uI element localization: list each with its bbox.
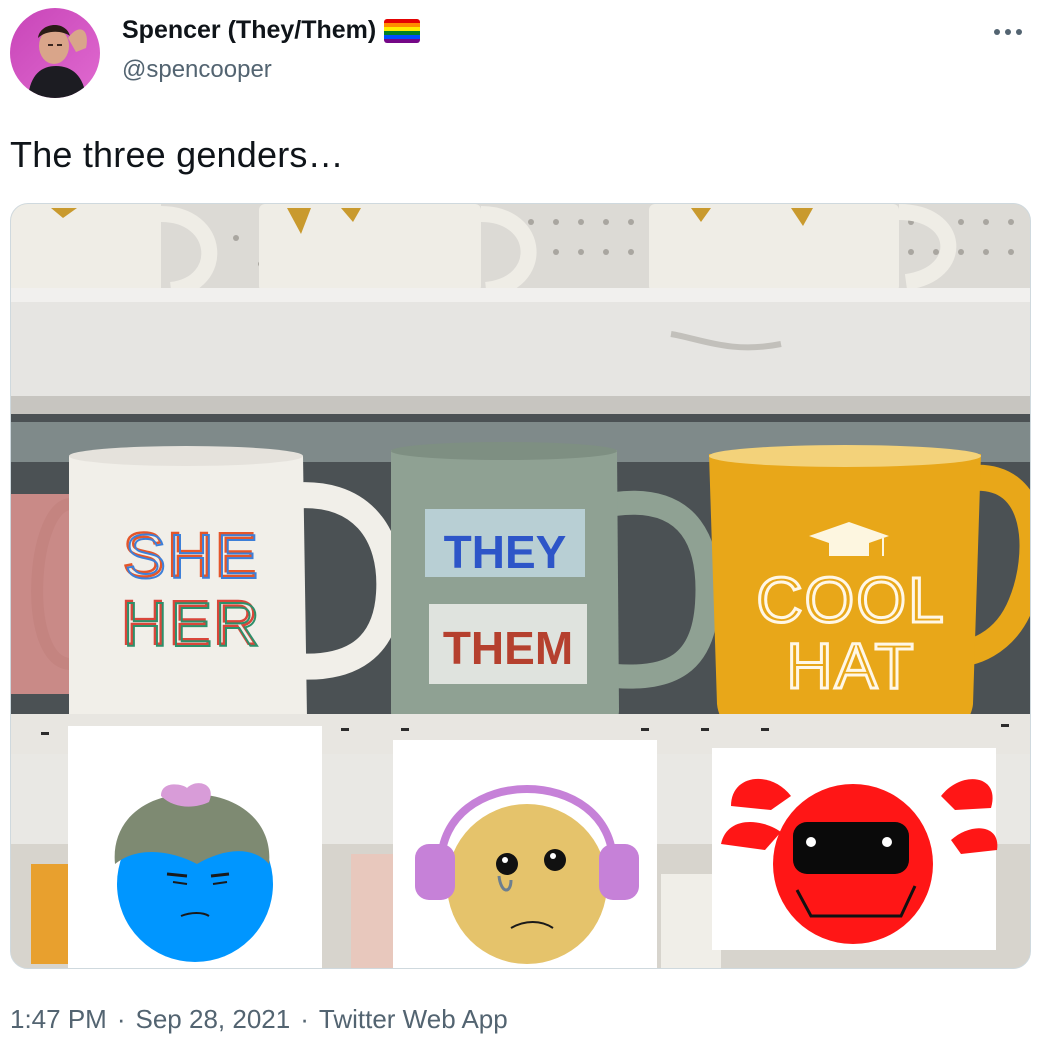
tweet-date[interactable]: Sep 28, 2021 — [136, 1004, 291, 1035]
separator-dot: · — [300, 1004, 309, 1034]
display-name-text: Spencer (They/Them) — [122, 16, 377, 44]
photo-illustration: SHE SHE HER HER THEY THEM COOL HAT — [11, 204, 1030, 968]
mug-3-line-1: COOL — [756, 564, 945, 636]
avatar[interactable] — [10, 8, 100, 98]
mug-2-line-2: THEM — [443, 622, 573, 674]
she-her-mug-text: SHE SHE HER HER — [120, 520, 263, 661]
separator-dot: · — [116, 1004, 126, 1034]
mug-3-line-2: HAT — [786, 630, 915, 702]
avatar-image — [10, 8, 100, 98]
display-name[interactable]: Spencer (They/Them) — [122, 16, 421, 45]
tweet-text: The three genders… — [10, 134, 344, 175]
mug-1-line-2-shadow: HER — [123, 591, 263, 660]
tweet-card: Spencer (They/Them) @spencooper The thre… — [0, 0, 1044, 1044]
tweet-photo[interactable]: SHE SHE HER HER THEY THEM COOL HAT — [10, 203, 1031, 969]
mug-2-line-1: THEY — [444, 526, 567, 578]
rainbow-flag-icon — [384, 18, 421, 43]
mug-1-line-1-shadow: SHE — [125, 523, 261, 592]
tweet-meta: 1:47 PM · Sep 28, 2021 · Twitter Web App — [10, 1004, 508, 1035]
more-options-icon[interactable] — [990, 14, 1026, 50]
tweet-source[interactable]: Twitter Web App — [319, 1004, 508, 1035]
tweet-time[interactable]: 1:47 PM — [10, 1004, 107, 1035]
handle[interactable]: @spencooper — [122, 56, 272, 84]
